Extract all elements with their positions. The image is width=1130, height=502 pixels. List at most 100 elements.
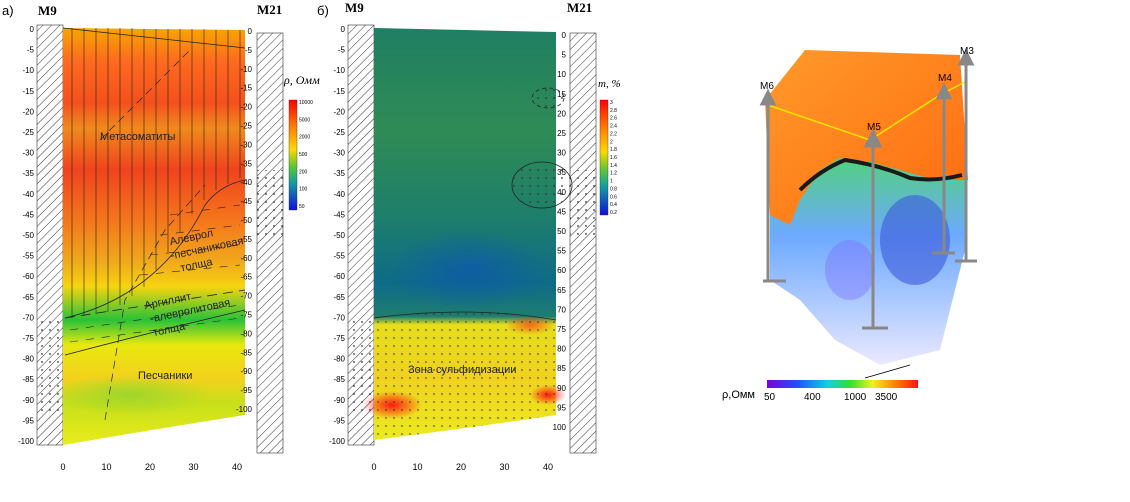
y-tick-label: -65 [333, 293, 345, 302]
y-tick-label: 50 [557, 227, 566, 236]
y-tick-label: -100 [18, 437, 35, 446]
well-m3-label: М3 [960, 46, 974, 57]
colorbar-tick-label: 1.2 [610, 171, 617, 177]
y-tick-label: 0 [341, 25, 346, 34]
figure: а) М9 М21 Метасоматиты Алеврол -песчаник… [2, 0, 977, 472]
x-tick-label: 10 [101, 462, 111, 472]
colorbar-tick-label: 5000 [299, 117, 310, 123]
x-tick-label: 20 [456, 462, 466, 472]
y-tick-label: 10 [557, 70, 566, 79]
well-m4-label: М4 [938, 73, 952, 84]
y-tick-label: -25 [22, 128, 34, 137]
y-tick-label: -90 [333, 396, 345, 405]
y-tick-label: -35 [333, 169, 345, 178]
x-tick-label: 0 [60, 462, 65, 472]
y-tick-label: -35 [240, 159, 252, 168]
x-tick-label: 30 [499, 462, 509, 472]
y-tick-label: 70 [557, 305, 566, 314]
panel-a-colorbar [288, 99, 298, 211]
y-tick-label: -5 [245, 46, 253, 55]
well-m5-label: М5 [867, 122, 881, 133]
y-tick-label: 85 [557, 364, 566, 373]
y-tick-label: -25 [333, 128, 345, 137]
y-tick-label: -75 [333, 334, 345, 343]
right-lithology-column [569, 32, 597, 454]
y-tick-label: -5 [338, 46, 346, 55]
y-tick-label: 15 [557, 90, 566, 99]
y-tick-label: -30 [22, 149, 34, 158]
x-tick-label: 20 [145, 462, 155, 472]
right-well-label: М21 [567, 0, 592, 15]
y-tick-label: -20 [240, 103, 252, 112]
x-tick-label: 40 [543, 462, 553, 472]
y-tick-label: -35 [22, 169, 34, 178]
y-tick-label: 60 [557, 266, 566, 275]
panel-3d-tick-400: 400 [804, 392, 821, 403]
right-well-label: М21 [257, 2, 282, 17]
y-tick-label: -5 [27, 46, 35, 55]
y-tick-label: -30 [333, 149, 345, 158]
y-tick-label: 40 [557, 188, 566, 197]
metasomatites-label: Метасоматиты [100, 131, 175, 143]
panel-b-colorbar-ticks: 3 2.8 2.6 2.42.2 2 1.8 1.6 1.4 1.2 10.8 0.6 0.4 0.2 [610, 100, 617, 216]
colorbar-tick-label: 0.6 [610, 194, 617, 200]
y-tick-label: -15 [333, 87, 345, 96]
y-tick-label: 20 [557, 109, 566, 118]
y-tick-label: 0 [30, 25, 35, 34]
y-tick-label: 80 [557, 345, 566, 354]
y-tick-label: 0 [248, 27, 253, 36]
colorbar-tick-label: 0.2 [610, 210, 617, 216]
y-tick-label: -50 [333, 231, 345, 240]
y-tick-label: -75 [240, 311, 252, 320]
y-tick-label: -60 [240, 254, 252, 263]
y-tick-label: -65 [240, 273, 252, 282]
panel-a-y-axis-left: 0 -5 -10 -15 -20 -25 -30 -35 -40 -45 -50 -55 -60 -65 -… [18, 25, 35, 446]
y-tick-label: -45 [22, 210, 34, 219]
left-well-label: М9 [345, 0, 364, 15]
y-tick-label: -65 [22, 293, 34, 302]
y-tick-label: -10 [22, 66, 34, 75]
colorbar-tick-label: 2.8 [610, 108, 617, 114]
y-tick-label: 35 [557, 168, 566, 177]
y-tick-label: 0 [562, 31, 567, 40]
right-sand-layer [570, 170, 596, 240]
y-tick-label: -100 [236, 405, 253, 414]
sandstones-label: Песчаники [138, 370, 192, 382]
panel-b-letter: б) [317, 3, 329, 18]
y-tick-label: 25 [557, 129, 566, 138]
colorbar-tick-label: 500 [299, 152, 308, 158]
y-tick-label: -95 [333, 416, 345, 425]
y-tick-label: -80 [240, 329, 252, 338]
panel-b: б) М9 М21 Зона сульфидизации 0 -5 -10 -15 -2… [317, 0, 621, 472]
right-sand-layer [257, 170, 283, 240]
y-tick-label: -70 [333, 313, 345, 322]
panel-b-x-axis: 0 10 20 30 40 [371, 462, 553, 472]
colorbar-tick-label: 1.8 [610, 147, 617, 153]
y-tick-label: 95 [557, 403, 566, 412]
y-tick-label: 100 [553, 423, 567, 432]
y-tick-label: 5 [562, 51, 567, 60]
y-tick-label: -60 [22, 272, 34, 281]
y-tick-label: -45 [240, 197, 252, 206]
y-tick-label: -95 [240, 386, 252, 395]
colorbar-tick-label: 0.8 [610, 186, 617, 192]
y-tick-label: -40 [333, 190, 345, 199]
panel-3d-legend-title: ρ,Омм [722, 389, 755, 401]
panel-3d-colorbar [767, 380, 918, 388]
y-tick-label: -95 [22, 416, 34, 425]
colorbar-tick-label: 10000 [299, 100, 313, 106]
panel-3d-tick-3500: 3500 [875, 392, 898, 403]
y-tick-label: -20 [333, 107, 345, 116]
colorbar-tick-label: 50 [299, 204, 305, 210]
colorbar-tick-label: 3 [610, 100, 613, 106]
y-tick-label: -60 [333, 272, 345, 281]
y-tick-label: -55 [240, 235, 252, 244]
y-tick-label: -15 [22, 87, 34, 96]
y-tick-label: -15 [240, 84, 252, 93]
panel-a-legend-title: ρ, Омм [283, 73, 320, 87]
y-tick-label: -55 [22, 252, 34, 261]
panel-b-colorbar [599, 99, 609, 216]
panel-b-y-axis-left: 0 -5 -10 -15 -20 -25 -30 -35 -40 -45 -50 -55 -60 -65 -… [329, 25, 346, 446]
panel-3d: М6 М5 М4 М3 ρ,Омм 50 400 1000 3500 [722, 46, 977, 403]
right-lithology-column [256, 32, 284, 454]
